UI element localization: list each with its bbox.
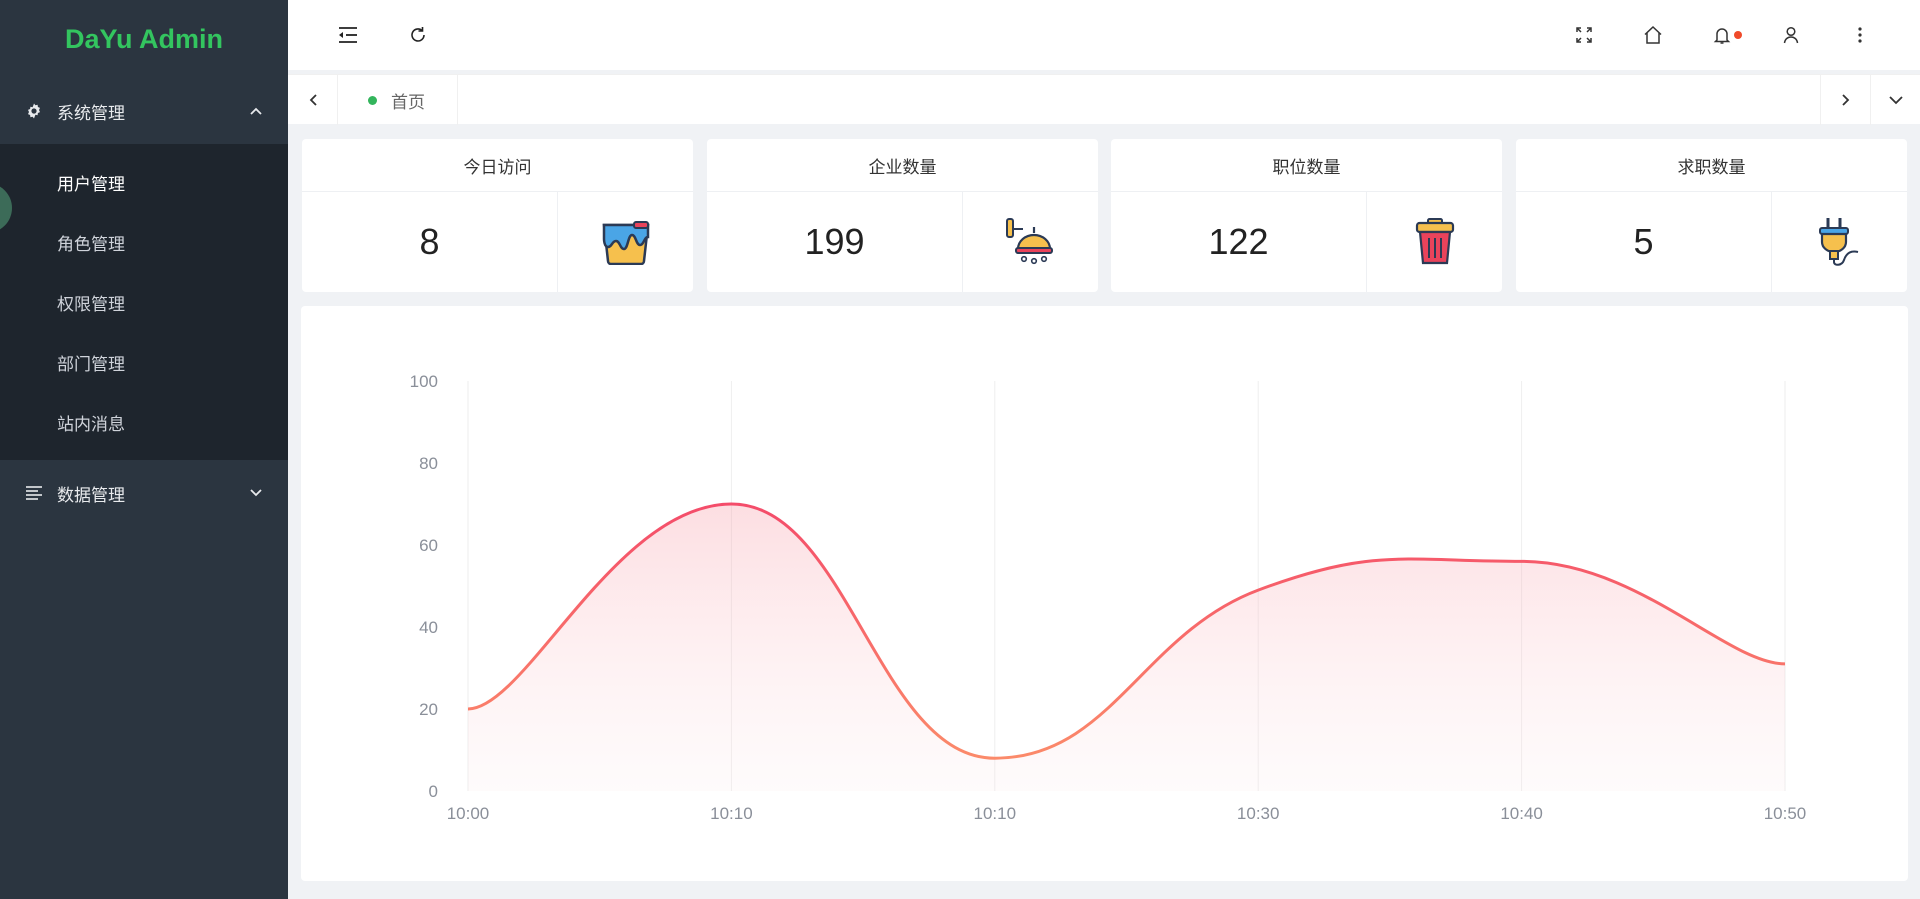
stat-card-value: 5 <box>1633 221 1654 262</box>
stat-card-positions: 职位数量 122 <box>1111 139 1502 292</box>
top-bar <box>288 0 1920 70</box>
y-tick-label: 100 <box>410 372 438 391</box>
menu-group-system: 系统管理 用户管理 角色管理 权限管理 部门管理 站内消息 <box>0 78 288 460</box>
stat-card-title: 今日访问 <box>302 139 693 192</box>
stat-card-applicants: 求职数量 5 <box>1516 139 1907 292</box>
stat-card-visits: 今日访问 8 <box>302 139 693 292</box>
x-tick-label: 10:40 <box>1500 804 1543 823</box>
stat-card-companies: 企业数量 199 <box>707 139 1098 292</box>
y-tick-label: 80 <box>419 454 438 473</box>
stat-card-value: 122 <box>1208 221 1269 262</box>
tabs-bar: 首页 <box>288 74 1920 125</box>
brand-logo: DaYu Admin <box>64 23 224 54</box>
x-tick-label: 10:50 <box>1764 804 1807 823</box>
plug-icon <box>1818 218 1858 266</box>
tab-home-label: 首页 <box>391 92 425 113</box>
y-tick-label: 60 <box>419 536 438 555</box>
notification-dot <box>1734 31 1742 39</box>
chevron-right-icon <box>1841 94 1849 106</box>
active-tab-dot <box>368 95 377 105</box>
more-vertical-icon[interactable] <box>1846 21 1874 49</box>
tab-home[interactable]: 首页 <box>338 75 458 125</box>
submenu-system: 用户管理 角色管理 权限管理 部门管理 站内消息 <box>0 144 288 460</box>
user-icon[interactable] <box>1777 21 1805 49</box>
chart-canvas: 0 20 40 60 80 100 10:00 10:10 10:10 10:30 10:40 10… <box>410 372 1807 823</box>
visits-area-chart: 0 20 40 60 80 100 10:00 10:10 10:10 10:30 10:40 10… <box>301 306 1908 881</box>
x-tick-label: 10:10 <box>974 804 1017 823</box>
x-tick-label: 10:30 <box>1237 804 1280 823</box>
series-area <box>468 504 1785 791</box>
tabs-more-button[interactable] <box>1870 75 1920 125</box>
stat-card-title: 职位数量 <box>1111 139 1502 192</box>
chevron-down-icon <box>1888 96 1903 105</box>
menu-data-label: 数据管理 <box>57 485 125 506</box>
sidebar-item-permissions[interactable]: 权限管理 <box>0 272 288 332</box>
stat-card-title: 企业数量 <box>707 139 1098 192</box>
sidebar-item-users[interactable]: 用户管理 <box>0 152 288 212</box>
chevron-left-icon <box>309 94 317 106</box>
sidebar-item-roles[interactable]: 角色管理 <box>0 212 288 272</box>
trash-can-icon <box>1415 218 1454 265</box>
x-tick-label: 10:00 <box>447 804 490 823</box>
sidebar-item-departments[interactable]: 部门管理 <box>0 332 288 392</box>
x-tick-label: 10:10 <box>710 804 753 823</box>
fullscreen-icon[interactable] <box>1570 21 1598 49</box>
stat-card-value: 8 <box>419 221 440 262</box>
y-tick-label: 0 <box>429 782 438 801</box>
sidebar: DaYu Admin 系统管理 用户管理 角色管理 权限管理 部门管理 站内消息… <box>0 0 288 899</box>
gear-icon <box>25 102 43 120</box>
shower-icon <box>1005 218 1053 265</box>
y-tick-label: 20 <box>419 700 438 719</box>
sidebar-item-messages[interactable]: 站内消息 <box>0 392 288 452</box>
chevron-down-icon <box>249 486 263 500</box>
bell-icon[interactable] <box>1708 21 1742 49</box>
chevron-up-icon <box>249 104 263 118</box>
tabs-scroll-left-button[interactable] <box>288 75 338 125</box>
tabs-scroll-right-button[interactable] <box>1820 75 1870 125</box>
home-icon[interactable] <box>1639 21 1667 49</box>
refresh-icon[interactable] <box>404 21 432 49</box>
menu-fold-icon[interactable] <box>334 21 362 49</box>
paint-bucket-icon <box>602 221 649 265</box>
y-tick-label: 40 <box>419 618 438 637</box>
menu-data-management[interactable]: 数据管理 <box>0 460 288 526</box>
menu-system-management[interactable]: 系统管理 <box>0 78 288 144</box>
menu-system-label: 系统管理 <box>57 103 125 124</box>
stat-card-title: 求职数量 <box>1516 139 1907 192</box>
stat-card-value: 199 <box>804 221 865 262</box>
list-icon <box>25 484 43 502</box>
menu-group-data: 数据管理 <box>0 460 288 526</box>
